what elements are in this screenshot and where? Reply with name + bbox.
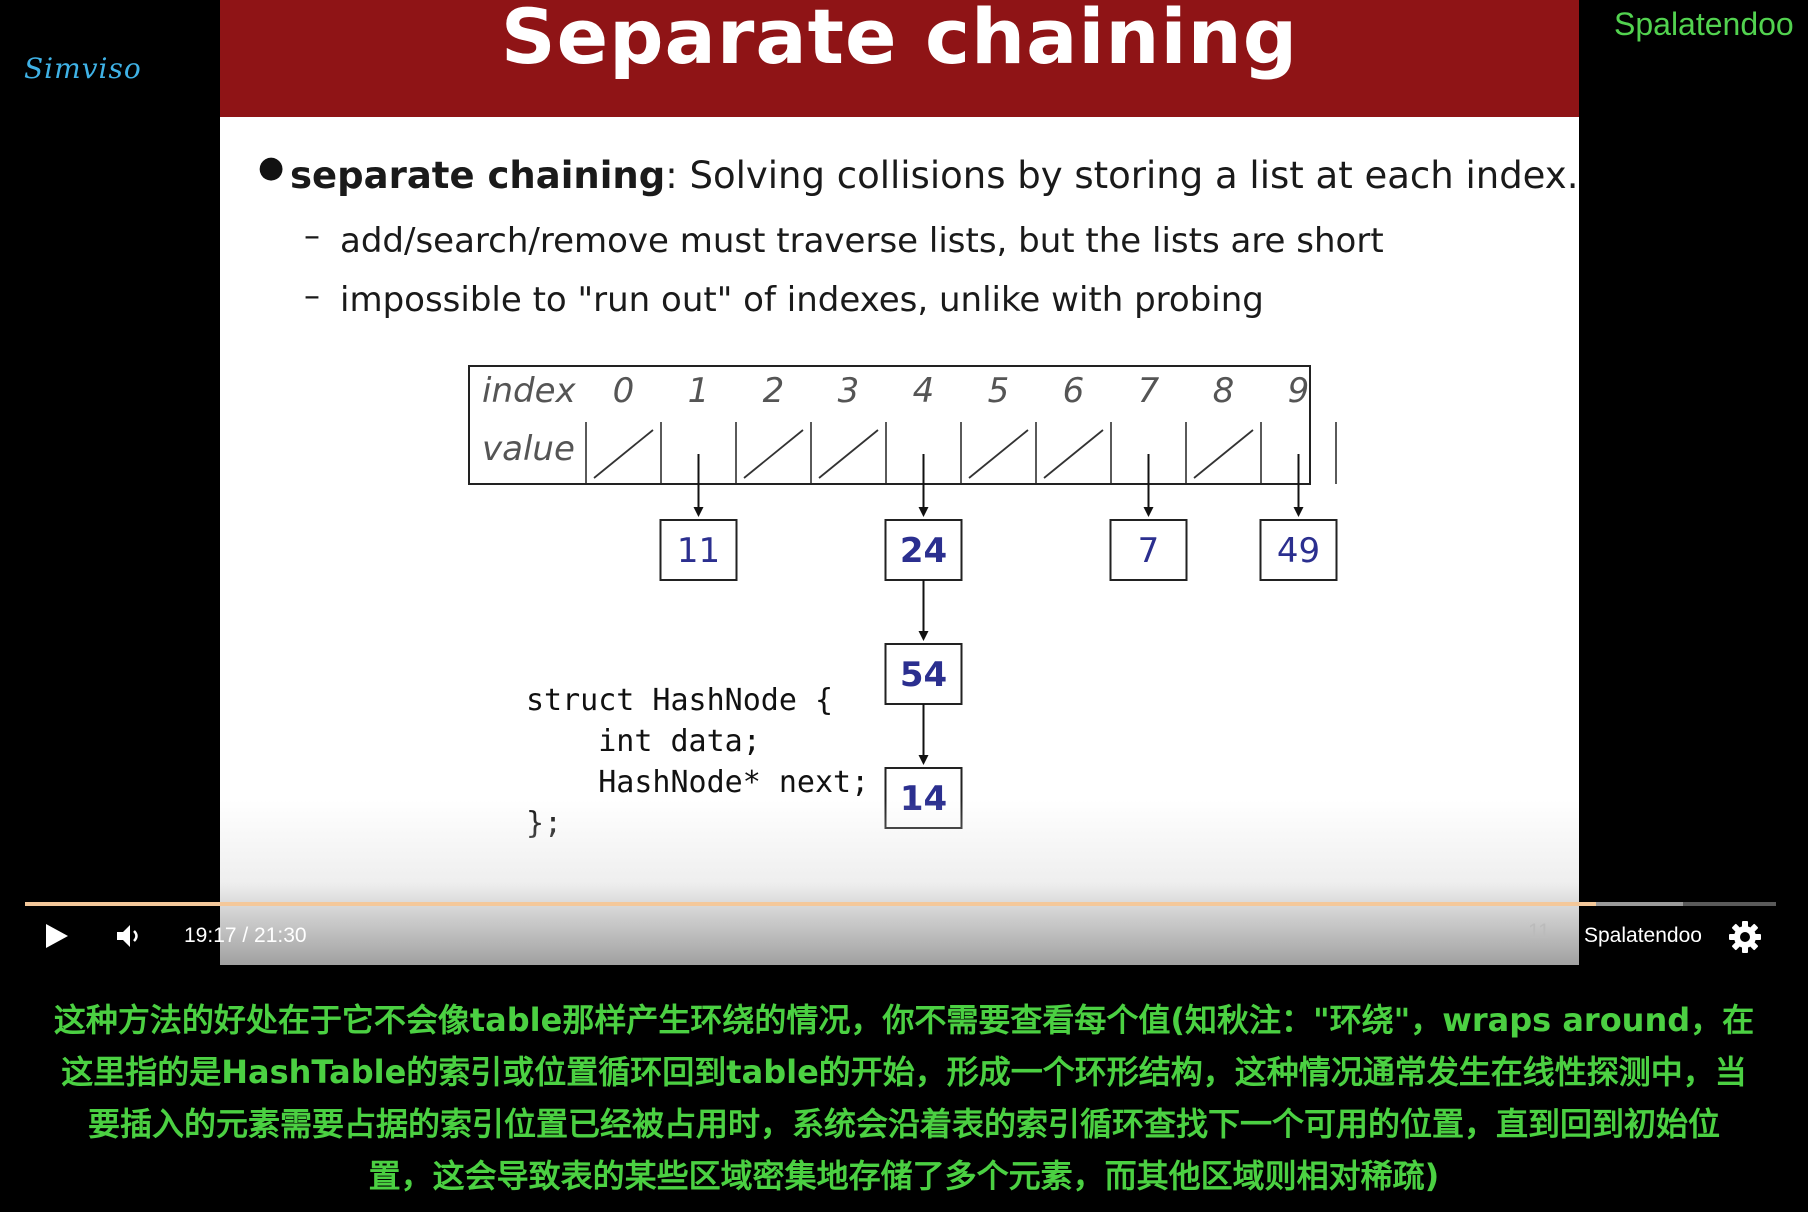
list-node-value: 24 [900,531,947,571]
index-number: 3 [838,371,860,411]
video-frame-slide[interactable]: Separate chaining ● separate chaining: S… [220,0,1579,965]
settings-gear-icon [1729,921,1761,953]
settings-button[interactable] [1728,920,1762,954]
channel-name-top: Spalatendoo [1614,6,1794,42]
subtitle-line: 置，这会导致表的某些区域密集地存储了多个元素，而其他区域则相对稀疏) [368,1157,1440,1195]
index-number: 8 [1213,371,1235,411]
volume-icon [117,925,138,947]
list-node-value: 54 [900,655,947,695]
hash-table: index value 0 1 2 3 4 5 6 7 8 9 [468,365,1337,485]
index-number: 4 [913,371,935,411]
list-node-value: 49 [1277,531,1320,571]
null-slash [968,429,1029,479]
play-button[interactable] [44,922,70,950]
time-display: 19:17 / 21:30 [184,924,307,947]
list-node-value: 7 [1138,531,1160,571]
index-number: 1 [688,371,710,411]
index-number: 0 [613,371,635,411]
subtitle-line: 这里指的是HashTable的索引或位置循环回到table的开始，形成一个环形结… [61,1053,1747,1091]
subtitle-line: 这种方法的好处在于它不会像table那样产生环绕的情况，你不需要查看每个值(知秋… [53,1001,1755,1039]
index-number: 9 [1288,371,1310,411]
index-number: 5 [988,371,1010,411]
null-slash [593,429,654,479]
player-gradient-overlay [220,800,1579,965]
index-label: index [482,371,576,411]
table-frame [468,365,1311,485]
list-node-value: 11 [677,531,720,571]
subtitles: 这种方法的好处在于它不会像table那样产生环绕的情况，你不需要查看每个值(知秋… [0,994,1808,1202]
value-label: value [482,429,575,469]
channel-logo: Simviso [24,52,142,85]
null-slash [743,429,804,479]
null-slash [1193,429,1254,479]
index-number: 6 [1063,371,1085,411]
subtitle-line: 要插入的元素需要占据的索引位置已经被占用时，系统会沿着表的索引循环查找下一个可用… [87,1105,1720,1143]
null-slash [818,429,879,479]
null-slash [1043,429,1104,479]
index-number: 2 [763,371,785,411]
play-icon [46,924,68,948]
index-number: 7 [1138,371,1160,411]
volume-button[interactable] [115,922,145,950]
slide-page-number: 11 [1528,920,1550,943]
progress-played[interactable] [25,902,1596,906]
channel-name-bottom[interactable]: Spalatendoo [1584,924,1702,948]
